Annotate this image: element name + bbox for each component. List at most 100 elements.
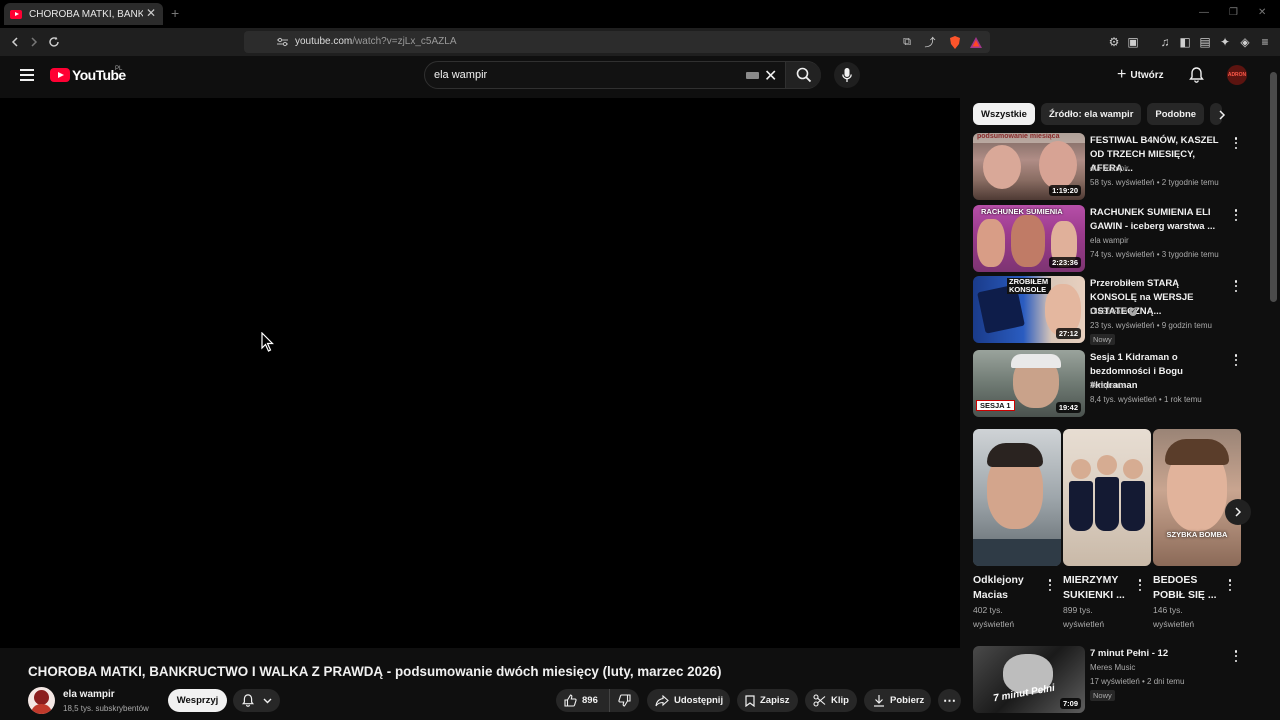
video-thumbnail[interactable]: SESJA 1 19:42 [973,350,1085,417]
open-external-icon[interactable]: ⧉ [899,34,915,50]
download-button[interactable]: Pobierz [864,689,931,712]
shorts-next-button[interactable] [1225,499,1251,525]
clear-search-icon[interactable]: ✕ [764,66,777,86]
search-button[interactable] [785,62,821,88]
more-vert-icon[interactable] [1136,578,1144,592]
chevron-right-icon[interactable] [1218,110,1226,120]
voice-search-button[interactable] [834,62,860,88]
share-label: Udostępnij [674,695,724,706]
video-meta: 74 tys. wyświetleń • 3 tygodnie temu [1090,250,1219,259]
new-badge: Nowy [1090,690,1115,701]
chip-all[interactable]: Wszystkie [973,103,1035,125]
tab-close-icon[interactable]: ✕ [146,6,156,20]
site-settings-icon[interactable] [274,34,290,50]
channel-name[interactable]: DisStream ✓ [1090,307,1138,316]
recommended-video[interactable]: podsumowanie miesiąca 1:19:20 FESTIWAL B… [973,133,1243,200]
chip-source[interactable]: Źródło: ela wampir [1040,103,1142,125]
video-thumbnail[interactable]: 7 minut Pełni 7:09 [973,646,1085,713]
wallet-icon[interactable]: ▤ [1197,34,1213,50]
channel-name[interactable]: Terapeuta [1090,381,1126,390]
channel-name[interactable]: ela wampir [63,689,115,700]
recommended-video[interactable]: SESJA 1 19:42 Sesja 1 Kidraman o bezdomn… [973,350,1243,417]
keyboard-icon[interactable] [746,72,759,79]
like-button[interactable]: 896 [556,689,610,712]
browser-toolbar: youtube.com/watch?v=zjLx_c5AZLA ⧉ ⤴ ⚙ ▣ … [0,28,1280,56]
share-button[interactable]: Udostępnij [647,689,730,712]
minimize-icon[interactable]: — [1199,7,1209,18]
support-button[interactable]: Wesprzyj [168,689,227,712]
more-vert-icon[interactable] [1232,136,1240,150]
more-vert-icon[interactable] [1232,353,1240,367]
share-page-icon[interactable]: ⤴ [922,34,938,50]
short-thumbnail[interactable] [973,429,1061,566]
channel-name[interactable]: ela wampir [1090,164,1129,173]
more-vert-icon[interactable] [1046,578,1054,592]
channel-name[interactable]: ela wampir [1090,236,1129,245]
short-title[interactable]: BEDOES POBIŁ SIĘ ... [1153,573,1225,603]
clip-label: Klip [831,695,849,706]
short-thumbnail[interactable] [1063,429,1151,566]
account-avatar[interactable]: ADRON [1227,65,1247,85]
youtube-favicon-icon [10,9,22,19]
video-title[interactable]: 7 minut Pełni - 12 [1090,647,1226,661]
back-icon[interactable] [7,34,23,50]
reload-icon[interactable] [46,34,62,50]
forward-icon[interactable] [26,34,42,50]
more-vert-icon[interactable] [1232,279,1240,293]
browser-tab[interactable]: CHOROBA MATKI, BANKRUCTWO I WALKA Z PRAW… [4,3,163,25]
search-input[interactable]: ela wampir [434,69,487,81]
notifications-button[interactable] [233,689,280,712]
video-thumbnail[interactable]: podsumowanie miesiąca 1:19:20 [973,133,1085,200]
more-actions-button[interactable]: ⋯ [938,689,961,712]
new-tab-icon[interactable]: + [171,5,179,21]
recommended-video[interactable]: RACHUNEK SUMIENIA 2:23:36 RACHUNEK SUMIE… [973,205,1243,272]
channel-avatar[interactable] [28,687,55,714]
browser-menu-icon[interactable]: ≡ [1257,34,1273,50]
short-title[interactable]: Odklejony Macias [973,573,1045,603]
recommended-video[interactable]: ZROBIŁEM KONSOLE 27:12 Przerobiłem STARĄ… [973,276,1243,345]
search-box[interactable]: ela wampir ✕ [424,61,821,89]
channel-name[interactable]: Meres Music [1090,663,1135,672]
sidebar-icon[interactable]: ◧ [1177,34,1193,50]
bookmark-icon [745,694,755,707]
chip-related[interactable]: Podobne [1147,103,1205,125]
page-scrollbar-thumb[interactable] [1270,72,1277,302]
brave-shield-icon[interactable] [947,34,963,50]
vpn-icon[interactable]: ◈ [1237,34,1253,50]
short-item[interactable]: Odklejony Macias 402 tys. wyświetleń [973,429,1061,631]
screenshot-icon[interactable]: ▣ [1125,34,1141,50]
video-thumbnail[interactable]: ZROBIŁEM KONSOLE 27:12 [973,276,1085,343]
brave-rewards-icon[interactable] [968,34,984,50]
subscriber-count: 18,5 tys. subskrybentów [63,704,149,713]
download-icon [874,695,884,707]
create-button[interactable]: + Utwórz [1117,65,1164,85]
clip-button[interactable]: Klip [805,689,857,712]
video-meta: 17 wyświetleń • 2 dni temu [1090,677,1185,686]
video-player[interactable] [0,98,960,648]
url-text: youtube.com/watch?v=zjLx_c5AZLA [295,36,457,47]
short-thumbnail[interactable]: SZYBKA BOMBA [1153,429,1241,566]
window-close-icon[interactable]: ✕ [1258,7,1266,18]
video-thumbnail[interactable]: RACHUNEK SUMIENIA 2:23:36 [973,205,1085,272]
short-views: 402 tys. wyświetleń [973,605,1015,629]
country-code: PL [115,66,123,72]
bell-icon[interactable] [1189,67,1204,88]
maximize-icon[interactable]: ❐ [1229,7,1238,18]
youtube-logo-icon [50,68,70,82]
short-title[interactable]: MIERZYMY SUKIENKI ... [1063,573,1135,603]
short-item[interactable]: SZYBKA BOMBA BEDOES POBIŁ SIĘ ... 146 ty… [1153,429,1241,631]
extensions-icon[interactable]: ⚙ [1106,34,1122,50]
menu-icon[interactable] [20,69,34,81]
more-vert-icon[interactable] [1232,208,1240,222]
more-vert-icon[interactable] [1226,578,1234,592]
more-vert-icon[interactable] [1232,649,1240,663]
leo-ai-icon[interactable]: ✦ [1217,34,1233,50]
media-icon[interactable]: ♫ [1157,34,1173,50]
dislike-button[interactable] [610,689,639,712]
recommended-video[interactable]: 7 minut Pełni 7:09 7 minut Pełni - 12 Me… [973,646,1243,713]
save-button[interactable]: Zapisz [737,689,798,712]
short-item[interactable]: MIERZYMY SUKIENKI ... 899 tys. wyświetle… [1063,429,1151,631]
address-bar[interactable]: youtube.com/watch?v=zjLx_c5AZLA ⧉ ⤴ [244,31,990,53]
thumb-down-icon [618,694,631,707]
video-title[interactable]: RACHUNEK SUMIENIA ELI GAWIN - iceberg wa… [1090,206,1226,234]
